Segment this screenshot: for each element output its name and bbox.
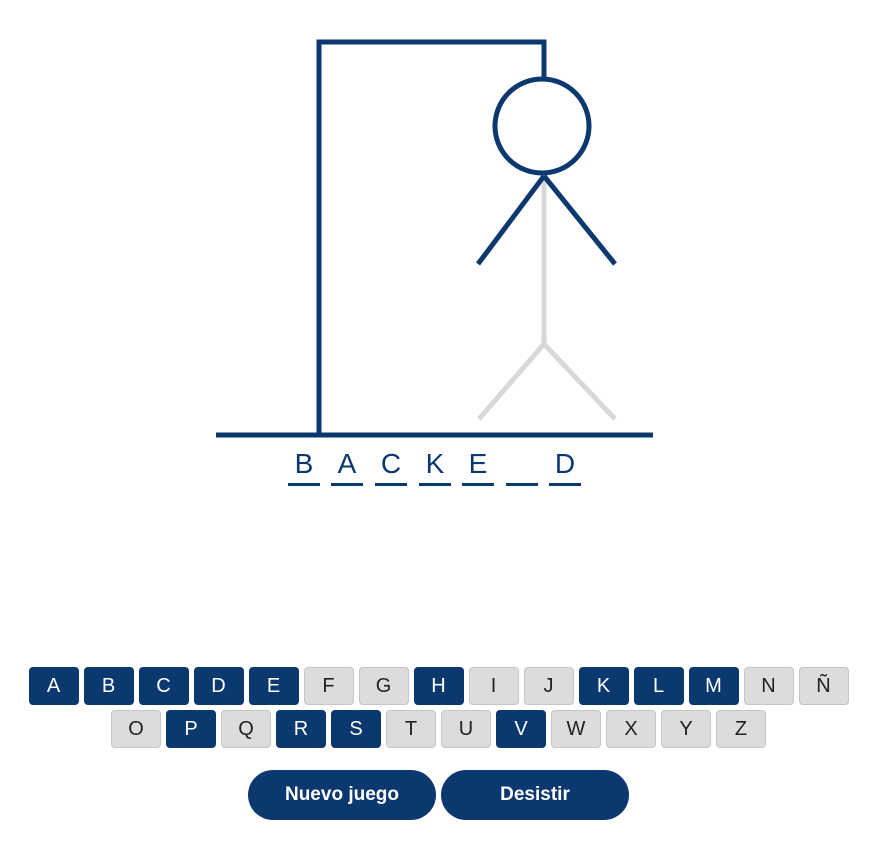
key-g[interactable]: G [358,667,409,705]
key-l[interactable]: L [633,667,684,705]
key-f[interactable]: F [303,667,354,705]
key-d[interactable]: D [193,667,244,705]
key-i[interactable]: I [468,667,519,705]
key-u[interactable]: U [441,710,491,748]
key-x[interactable]: X [606,710,656,748]
key-v[interactable]: V [496,710,546,748]
key-z[interactable]: Z [716,710,766,748]
hangman-right-arm [542,174,617,266]
slot-letter: B [294,448,314,479]
key-a[interactable]: A [28,667,79,705]
hangman-head [492,76,592,176]
key-q[interactable]: Q [221,710,271,748]
game-actions: Nuevo juego Desistir [0,770,877,820]
key-k[interactable]: K [578,667,629,705]
new-game-button[interactable]: Nuevo juego [248,770,436,820]
letter-slot: C [375,446,407,486]
letter-slot: D [549,446,581,486]
key-w[interactable]: W [551,710,601,748]
letter-slot [506,446,538,486]
hangman-left-arm [476,174,546,266]
letter-keyboard: A B C D E F G H I J K L M N Ñ O P Q R S … [0,667,877,753]
letter-slot: E [462,446,494,486]
key-j[interactable]: J [523,667,574,705]
key-t[interactable]: T [386,710,436,748]
slot-letter: A [337,448,357,479]
key-m[interactable]: M [688,667,739,705]
letter-slot: K [419,446,451,486]
key-b[interactable]: B [83,667,134,705]
letter-slot: B [288,446,320,486]
keyboard-row: A B C D E F G H I J K L M N Ñ [0,667,877,705]
keyboard-row: O P Q R S T U V W X Y Z [0,710,877,748]
slot-letter: K [425,448,445,479]
key-o[interactable]: O [111,710,161,748]
key-r[interactable]: R [276,710,326,748]
word-display: B A C K E D [0,446,877,488]
slot-letter: D [554,448,576,479]
key-y[interactable]: Y [661,710,711,748]
key-e[interactable]: E [248,667,299,705]
key-h[interactable]: H [413,667,464,705]
key-n[interactable]: N [743,667,794,705]
letter-slot: A [331,446,363,486]
hangman-left-leg [477,342,546,421]
slot-letter: C [380,448,402,479]
slot-letter: E [468,448,488,479]
key-c[interactable]: C [138,667,189,705]
key-p[interactable]: P [166,710,216,748]
give-up-button[interactable]: Desistir [441,770,629,820]
key-s[interactable]: S [331,710,381,748]
key-enye[interactable]: Ñ [798,667,849,705]
hangman-drawing [216,39,653,438]
hangman-right-leg [542,342,617,421]
